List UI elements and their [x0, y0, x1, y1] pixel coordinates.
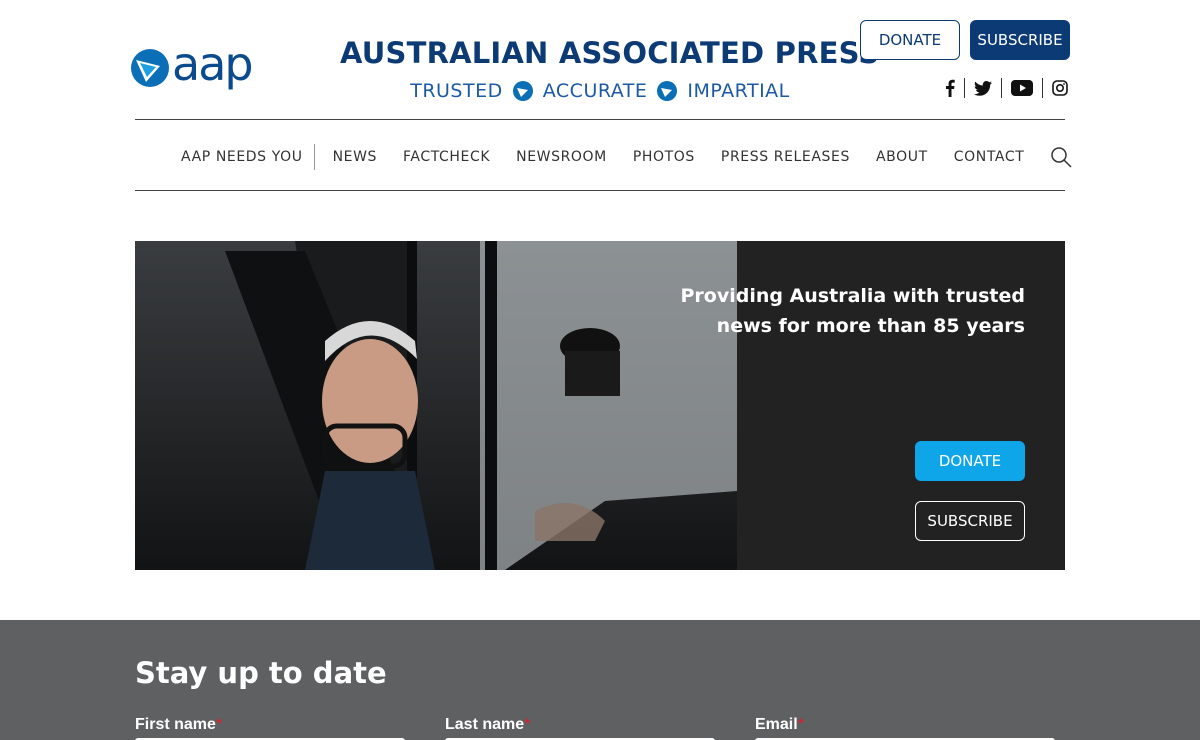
- twitter-icon[interactable]: [964, 78, 1001, 98]
- tagline-impartial: IMPARTIAL: [687, 80, 790, 102]
- hero-donate-button[interactable]: DONATE: [915, 441, 1025, 481]
- aap-logo[interactable]: aap: [130, 37, 254, 92]
- tagline: TRUSTED ACCURATE IMPARTIAL: [340, 80, 860, 102]
- aap-globe-icon: [131, 49, 169, 87]
- nav-item-photos[interactable]: PHOTOS: [620, 144, 708, 170]
- main-nav: AAP NEEDS YOU NEWS FACTCHECK NEWSROOM PH…: [170, 144, 1073, 170]
- last-name-field-group: Last name*: [445, 716, 715, 740]
- tagline-accurate: ACCURATE: [542, 80, 648, 102]
- hero-headline: Providing Australia with trusted news fo…: [680, 285, 1025, 337]
- newsletter-title: Stay up to date: [135, 656, 387, 690]
- nav-divider: [135, 190, 1065, 191]
- required-marker: *: [215, 716, 223, 733]
- site-title: AUSTRALIAN ASSOCIATED PRESS: [340, 36, 880, 70]
- youtube-icon[interactable]: [1001, 78, 1042, 98]
- nav-item-contact[interactable]: CONTACT: [941, 144, 1038, 170]
- email-label: Email: [755, 716, 798, 733]
- nav-item-about[interactable]: ABOUT: [863, 144, 941, 170]
- nav-item-aap-needs-you[interactable]: AAP NEEDS YOU: [170, 144, 315, 170]
- hero-subscribe-button[interactable]: SUBSCRIBE: [915, 501, 1025, 541]
- first-name-field-group: First name*: [135, 716, 405, 740]
- hero-banner: Providing Australia with trusted news fo…: [135, 241, 1065, 570]
- required-marker: *: [797, 716, 804, 733]
- facebook-icon[interactable]: [936, 78, 964, 98]
- first-name-label: First name: [135, 716, 216, 733]
- aap-globe-icon: [657, 81, 678, 101]
- nav-item-factcheck[interactable]: FACTCHECK: [390, 144, 503, 170]
- instagram-icon[interactable]: [1042, 78, 1077, 98]
- aap-globe-icon: [512, 81, 533, 101]
- header-actions: DONATE SUBSCRIBE: [860, 20, 1070, 60]
- nav-item-news[interactable]: NEWS: [320, 144, 390, 170]
- donate-button[interactable]: DONATE: [860, 20, 960, 60]
- search-icon[interactable]: [1049, 145, 1073, 169]
- social-links: [936, 78, 1077, 98]
- hero-photo: [135, 241, 737, 570]
- masthead: AUSTRALIAN ASSOCIATED PRESS TRUSTED ACCU…: [340, 36, 880, 102]
- email-field-group: Email*: [755, 716, 1055, 740]
- header-divider: [135, 119, 1065, 120]
- last-name-label: Last name: [445, 716, 525, 733]
- nav-item-press-releases[interactable]: PRESS RELEASES: [708, 144, 863, 170]
- newsletter-signup: Stay up to date First name* Last name* E…: [0, 620, 1200, 740]
- tagline-trusted: TRUSTED: [410, 80, 503, 102]
- required-marker: *: [524, 716, 531, 733]
- subscribe-button[interactable]: SUBSCRIBE: [970, 20, 1070, 60]
- logo-text: aap: [172, 37, 254, 91]
- nav-item-newsroom[interactable]: NEWSROOM: [503, 144, 620, 170]
